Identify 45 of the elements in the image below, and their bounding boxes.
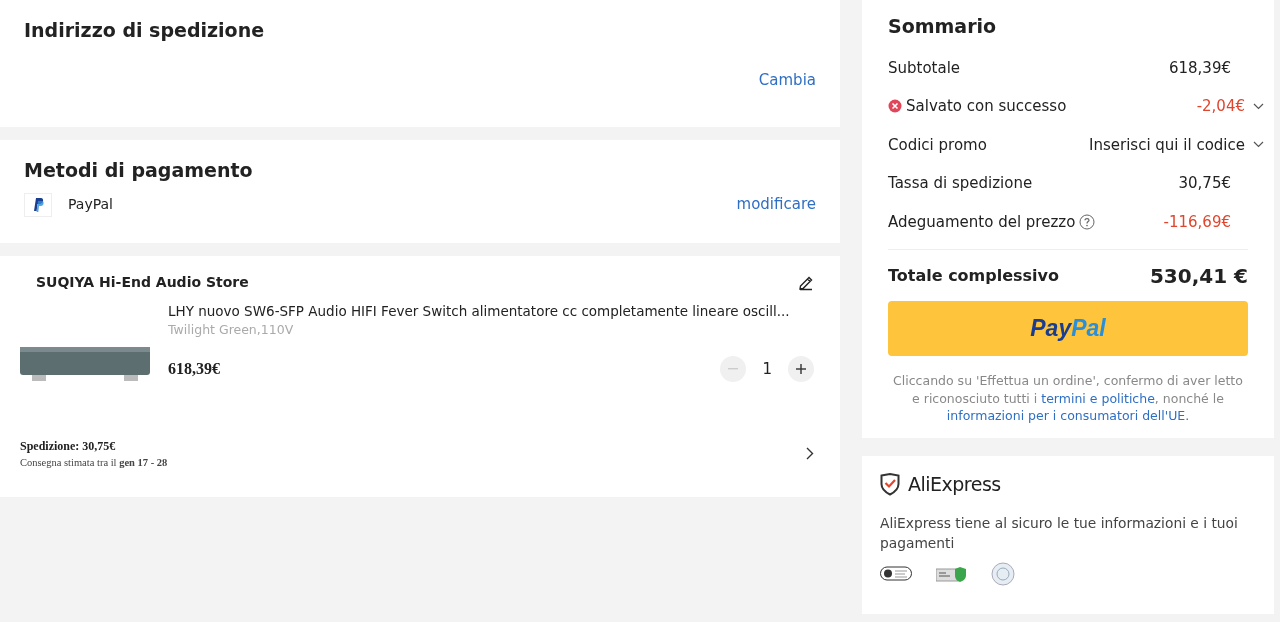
summary-value: -116,69€ xyxy=(1163,211,1231,233)
modify-link[interactable]: modificare xyxy=(736,193,816,216)
summary-label: Salvato con successo xyxy=(906,96,1067,117)
policy-link[interactable]: termini e politiche xyxy=(1041,390,1155,406)
shield-check-icon xyxy=(880,472,900,496)
policy-link[interactable]: informazioni per i consumatori dell'UE. xyxy=(946,408,1190,423)
payment-method: PayPal xyxy=(68,195,113,214)
help-icon[interactable] xyxy=(1079,213,1096,230)
paypal-button[interactable]: PayPal xyxy=(888,301,1248,356)
section-title: Indirizzo di spedizione xyxy=(24,18,266,43)
shipping-fee: Spedizione: 30,75€ xyxy=(20,438,117,455)
summary-title: Sommario xyxy=(888,14,998,39)
delivery-estimate: Consegna stimata tra il gen 17 - 28 xyxy=(20,456,168,470)
summary-label: Codici promo xyxy=(888,134,987,156)
certificate-badge-icon xyxy=(936,564,967,583)
chevron-down-icon[interactable] xyxy=(1253,102,1264,110)
chevron-down-icon[interactable] xyxy=(1253,141,1264,149)
increase-button[interactable] xyxy=(788,356,814,382)
summary-label: Tassa di spedizione xyxy=(888,173,1033,194)
trust-text: AliExpress tiene al sicuro le tue informazioni e i tuoi pagamenti xyxy=(880,513,1239,554)
brand-name: AliExpress xyxy=(908,472,1001,497)
plus-icon xyxy=(796,364,806,374)
legal-notice: Cliccando su 'Effettua un ordine', confermo di aver letto e riconosciuto tutti i termini e politiche, nonché le informazioni per i consumatori dell'UE. xyxy=(892,372,1244,425)
product-variant: Twilight Green,110V xyxy=(168,321,295,340)
section-title: Metodi di pagamento xyxy=(24,158,254,183)
product-price: 618,39€ xyxy=(168,359,220,379)
store-name: SUQIYA Hi-End Audio Store xyxy=(36,273,249,292)
error-icon xyxy=(888,99,902,114)
security-badge-icon xyxy=(880,565,912,583)
minus-icon xyxy=(728,368,739,370)
total-amount: 530,41 € xyxy=(1149,262,1248,290)
total-label: Totale complessivo xyxy=(888,264,1060,287)
change-link[interactable]: Cambia xyxy=(758,68,816,91)
paypal-logo-icon xyxy=(24,192,52,217)
summary-value: -2,04€ xyxy=(1196,96,1245,117)
summary-value: 618,39€ xyxy=(1168,57,1231,79)
summary-label: Subtotale xyxy=(888,57,961,79)
seal-badge-icon xyxy=(991,561,1015,586)
summary-value[interactable]: Inserisci qui il codice xyxy=(1089,133,1245,156)
quantity-value: 1 xyxy=(762,358,772,380)
chevron-right-icon[interactable] xyxy=(806,447,814,461)
product-title[interactable]: LHY nuovo SW6-SFP Audio HIFI Fever Switch alimentatore cc completamente lineare oscill... xyxy=(168,301,814,322)
summary-label: Adeguamento del prezzo xyxy=(888,211,1076,233)
edit-icon[interactable] xyxy=(798,274,814,291)
summary-value: 30,75€ xyxy=(1178,173,1231,194)
